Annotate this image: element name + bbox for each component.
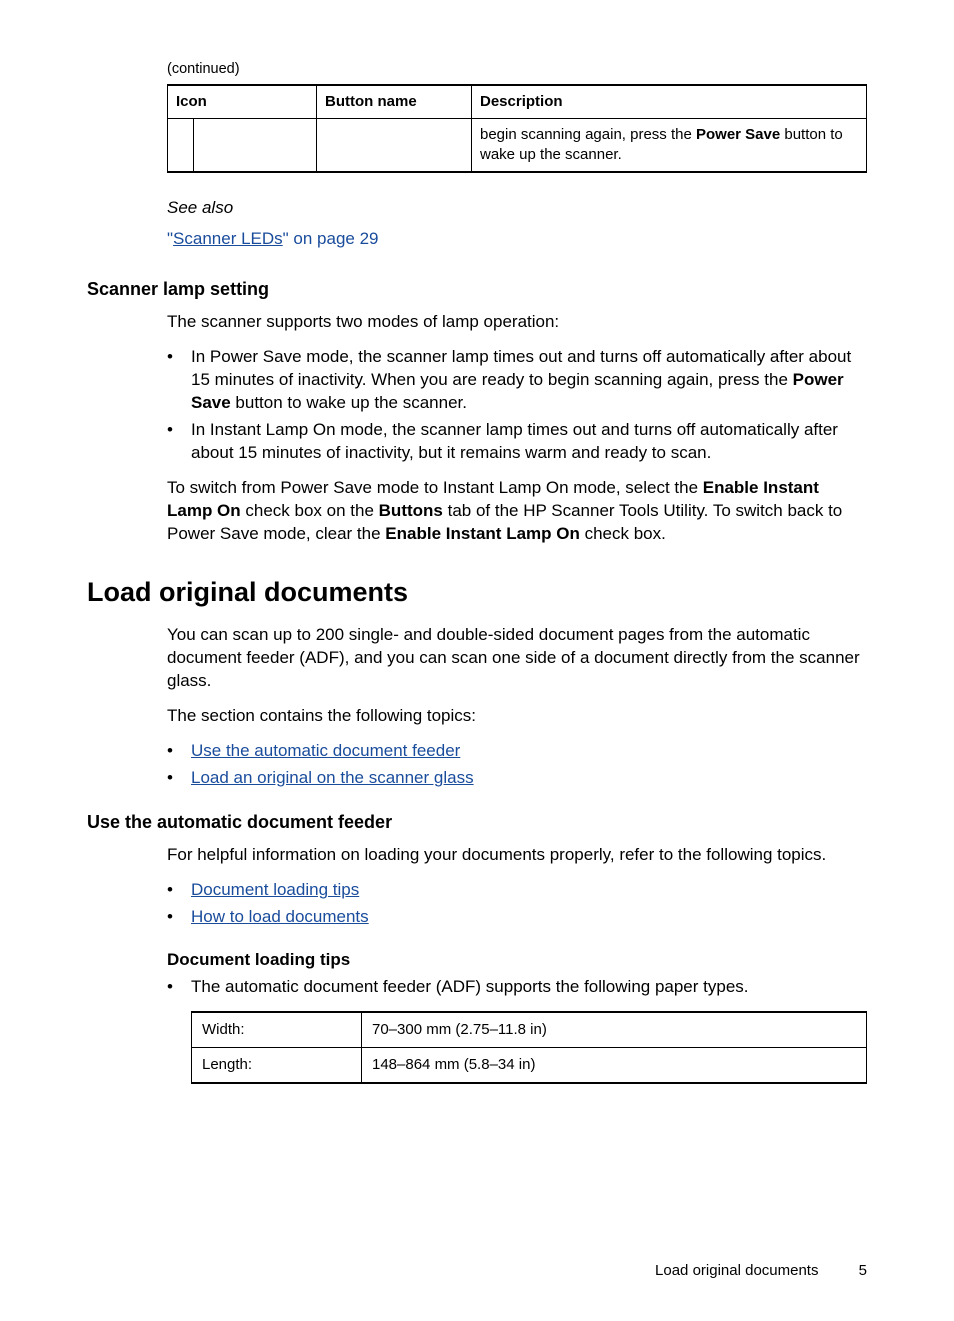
list-item: •How to load documents: [167, 906, 867, 929]
topic-link[interactable]: Load an original on the scanner glass: [191, 768, 474, 787]
table-row: Length:148–864 mm (5.8–34 in): [192, 1048, 867, 1084]
text: button to wake up the scanner.: [231, 393, 467, 412]
td-button-name: [317, 118, 472, 172]
text: check box on the: [241, 501, 379, 520]
see-also-label: See also: [167, 197, 867, 220]
paragraph: The scanner supports two modes of lamp o…: [167, 311, 867, 334]
icon-button-description-table: Icon Button name Description begin scann…: [167, 84, 867, 174]
list-text: In Power Save mode, the scanner lamp tim…: [191, 346, 867, 415]
page-footer: Load original documents 5: [655, 1261, 867, 1281]
heading-use-adf: Use the automatic document feeder: [87, 810, 867, 834]
continued-label: (continued): [87, 60, 867, 80]
list-text: Use the automatic document feeder: [191, 740, 867, 763]
topic-link[interactable]: Use the automatic document feeder: [191, 741, 460, 760]
bullet-dot: •: [167, 740, 191, 763]
size-label: Length:: [192, 1048, 362, 1084]
topic-link[interactable]: Document loading tips: [191, 880, 359, 899]
see-also-link-line: "Scanner LEDs" on page 29: [167, 228, 867, 251]
bold-text: Buttons: [379, 501, 443, 520]
th-description: Description: [472, 85, 867, 119]
table-row: Width:70–300 mm (2.75–11.8 in): [192, 1012, 867, 1048]
desc-part: begin scanning again, press the: [480, 126, 696, 143]
heading-scanner-lamp-setting: Scanner lamp setting: [87, 277, 867, 301]
paper-size-table: Width:70–300 mm (2.75–11.8 in)Length:148…: [191, 1011, 867, 1085]
link-quote-close: " on page 29: [283, 229, 379, 248]
bullet-dot: •: [167, 767, 191, 790]
bold-text: Enable Instant Lamp On: [385, 524, 580, 543]
topic-link[interactable]: How to load documents: [191, 907, 369, 926]
bullet-list-lamp-modes: •In Power Save mode, the scanner lamp ti…: [167, 346, 867, 465]
text: To switch from Power Save mode to Instan…: [167, 478, 703, 497]
page-number: 5: [859, 1262, 867, 1279]
list-item: •Document loading tips: [167, 879, 867, 902]
footer-section-title: Load original documents: [655, 1262, 818, 1279]
bullet-list-topics: •Use the automatic document feeder•Load …: [167, 740, 867, 790]
list-item: •In Power Save mode, the scanner lamp ti…: [167, 346, 867, 415]
td-icon: [168, 118, 194, 172]
text: In Power Save mode, the scanner lamp tim…: [191, 347, 851, 389]
bullet-dot: •: [167, 879, 191, 902]
bullet-dot: •: [167, 976, 191, 999]
heading-document-loading-tips: Document loading tips: [167, 949, 867, 972]
paragraph: The section contains the following topic…: [167, 705, 867, 728]
list-item: •In Instant Lamp On mode, the scanner la…: [167, 419, 867, 465]
paragraph: For helpful information on loading your …: [167, 844, 867, 867]
td-description: begin scanning again, press the Power Sa…: [472, 118, 867, 172]
desc-bold: Power Save: [696, 126, 780, 143]
list-text: Load an original on the scanner glass: [191, 767, 867, 790]
heading-load-original-documents: Load original documents: [87, 574, 867, 610]
bullet-list-adf-topics: •Document loading tips•How to load docum…: [167, 879, 867, 929]
size-value: 148–864 mm (5.8–34 in): [362, 1048, 867, 1084]
list-item: •Load an original on the scanner glass: [167, 767, 867, 790]
bullet-dot: •: [167, 346, 191, 415]
scanner-leds-link[interactable]: Scanner LEDs: [173, 229, 283, 248]
bullet-dot: •: [167, 906, 191, 929]
size-label: Width:: [192, 1012, 362, 1048]
text: check box.: [580, 524, 666, 543]
paragraph: You can scan up to 200 single- and doubl…: [167, 624, 867, 693]
list-item: •Use the automatic document feeder: [167, 740, 867, 763]
list-text: In Instant Lamp On mode, the scanner lam…: [191, 419, 867, 465]
bullet-dot: •: [167, 419, 191, 465]
list-text: The automatic document feeder (ADF) supp…: [191, 976, 867, 999]
list-text: Document loading tips: [191, 879, 867, 902]
text: In Instant Lamp On mode, the scanner lam…: [191, 420, 838, 462]
bullet-list-loading-tips: •The automatic document feeder (ADF) sup…: [167, 976, 867, 999]
td-icon-blank: [194, 118, 317, 172]
paragraph: To switch from Power Save mode to Instan…: [167, 477, 867, 546]
th-icon: Icon: [168, 85, 317, 119]
list-text: How to load documents: [191, 906, 867, 929]
th-button-name: Button name: [317, 85, 472, 119]
size-value: 70–300 mm (2.75–11.8 in): [362, 1012, 867, 1048]
list-item: •The automatic document feeder (ADF) sup…: [167, 976, 867, 999]
